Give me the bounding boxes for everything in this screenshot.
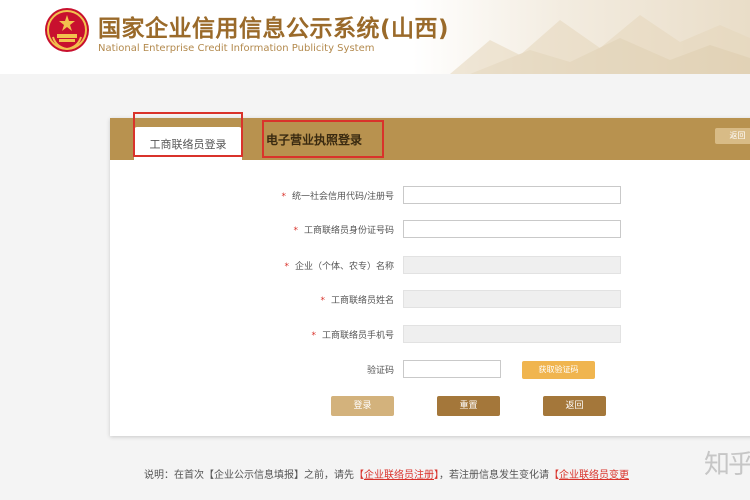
- form-row-credit-code: * 统一社会信用代码/注册号: [110, 186, 750, 206]
- form-row-id-number: * 工商联络员身份证号码: [110, 220, 750, 240]
- liaison-name-input[interactable]: [403, 290, 621, 308]
- required-mark: *: [293, 226, 298, 236]
- tab-liaison-login-label: 工商联络员登录: [149, 138, 227, 151]
- login-panel: 工商联络员登录 电子营业执照登录 返回 * 统一社会信用代码/注册号 * 工商联络员…: [110, 118, 750, 436]
- credit-code-input[interactable]: [403, 186, 621, 204]
- form-row-company-name: * 企业（个体、农专）名称: [110, 256, 750, 276]
- site-subtitle: National Enterprise Credit Information P…: [98, 43, 375, 54]
- note-middle: ，若注册信息发生变化请: [439, 470, 549, 481]
- return-chip-button[interactable]: 返回: [715, 128, 750, 144]
- back-button[interactable]: 返回: [543, 396, 606, 416]
- liaison-phone-input[interactable]: [403, 325, 621, 343]
- required-mark: *: [311, 331, 316, 341]
- form-row-captcha: 验证码 获取验证码: [110, 360, 750, 380]
- instruction-note: 说明：在首次【企业公示信息填报】之前，请先【企业联络员注册】，若注册信息发生变化…: [144, 466, 629, 481]
- site-header: 国家企业信用信息公示系统(山西) National Enterprise Cre…: [0, 0, 750, 74]
- credit-code-label: 统一社会信用代码/注册号: [291, 192, 394, 202]
- tab-e-license-login[interactable]: 电子营业执照登录: [266, 131, 362, 148]
- captcha-label: 验证码: [366, 366, 394, 376]
- mountain-illustration: [450, 15, 750, 74]
- register-liaison-link[interactable]: 企业联络员注册: [364, 470, 434, 481]
- required-mark: *: [281, 192, 286, 202]
- company-name-input[interactable]: [403, 256, 621, 274]
- login-button[interactable]: 登录: [331, 396, 394, 416]
- required-mark: *: [284, 262, 289, 272]
- form-row-liaison-phone: * 工商联络员手机号: [110, 325, 750, 345]
- national-emblem-icon: [45, 8, 89, 52]
- note-bracket-open-2: 【: [549, 470, 559, 481]
- id-number-label: 工商联络员身份证号码: [303, 226, 394, 236]
- company-name-label: 企业（个体、农专）名称: [294, 262, 394, 272]
- site-title: 国家企业信用信息公示系统(山西): [98, 16, 450, 42]
- form-row-liaison-name: * 工商联络员姓名: [110, 290, 750, 310]
- id-number-input[interactable]: [403, 220, 621, 238]
- note-bracket-open: 【: [354, 470, 364, 481]
- liaison-name-label: 工商联络员姓名: [330, 296, 394, 306]
- get-captcha-button[interactable]: 获取验证码: [522, 361, 595, 379]
- captcha-input[interactable]: [403, 360, 501, 378]
- required-mark: *: [320, 296, 325, 306]
- tab-liaison-login[interactable]: 工商联络员登录: [134, 127, 242, 160]
- change-liaison-link[interactable]: 企业联络员变更: [559, 470, 629, 481]
- zhihu-watermark: 知乎: [704, 450, 750, 480]
- note-prefix: 说明：在首次【企业公示信息填报】之前，请先: [144, 470, 354, 481]
- tab-bar: 工商联络员登录 电子营业执照登录 返回: [110, 118, 750, 160]
- liaison-phone-label: 工商联络员手机号: [321, 331, 394, 341]
- reset-button[interactable]: 重置: [437, 396, 500, 416]
